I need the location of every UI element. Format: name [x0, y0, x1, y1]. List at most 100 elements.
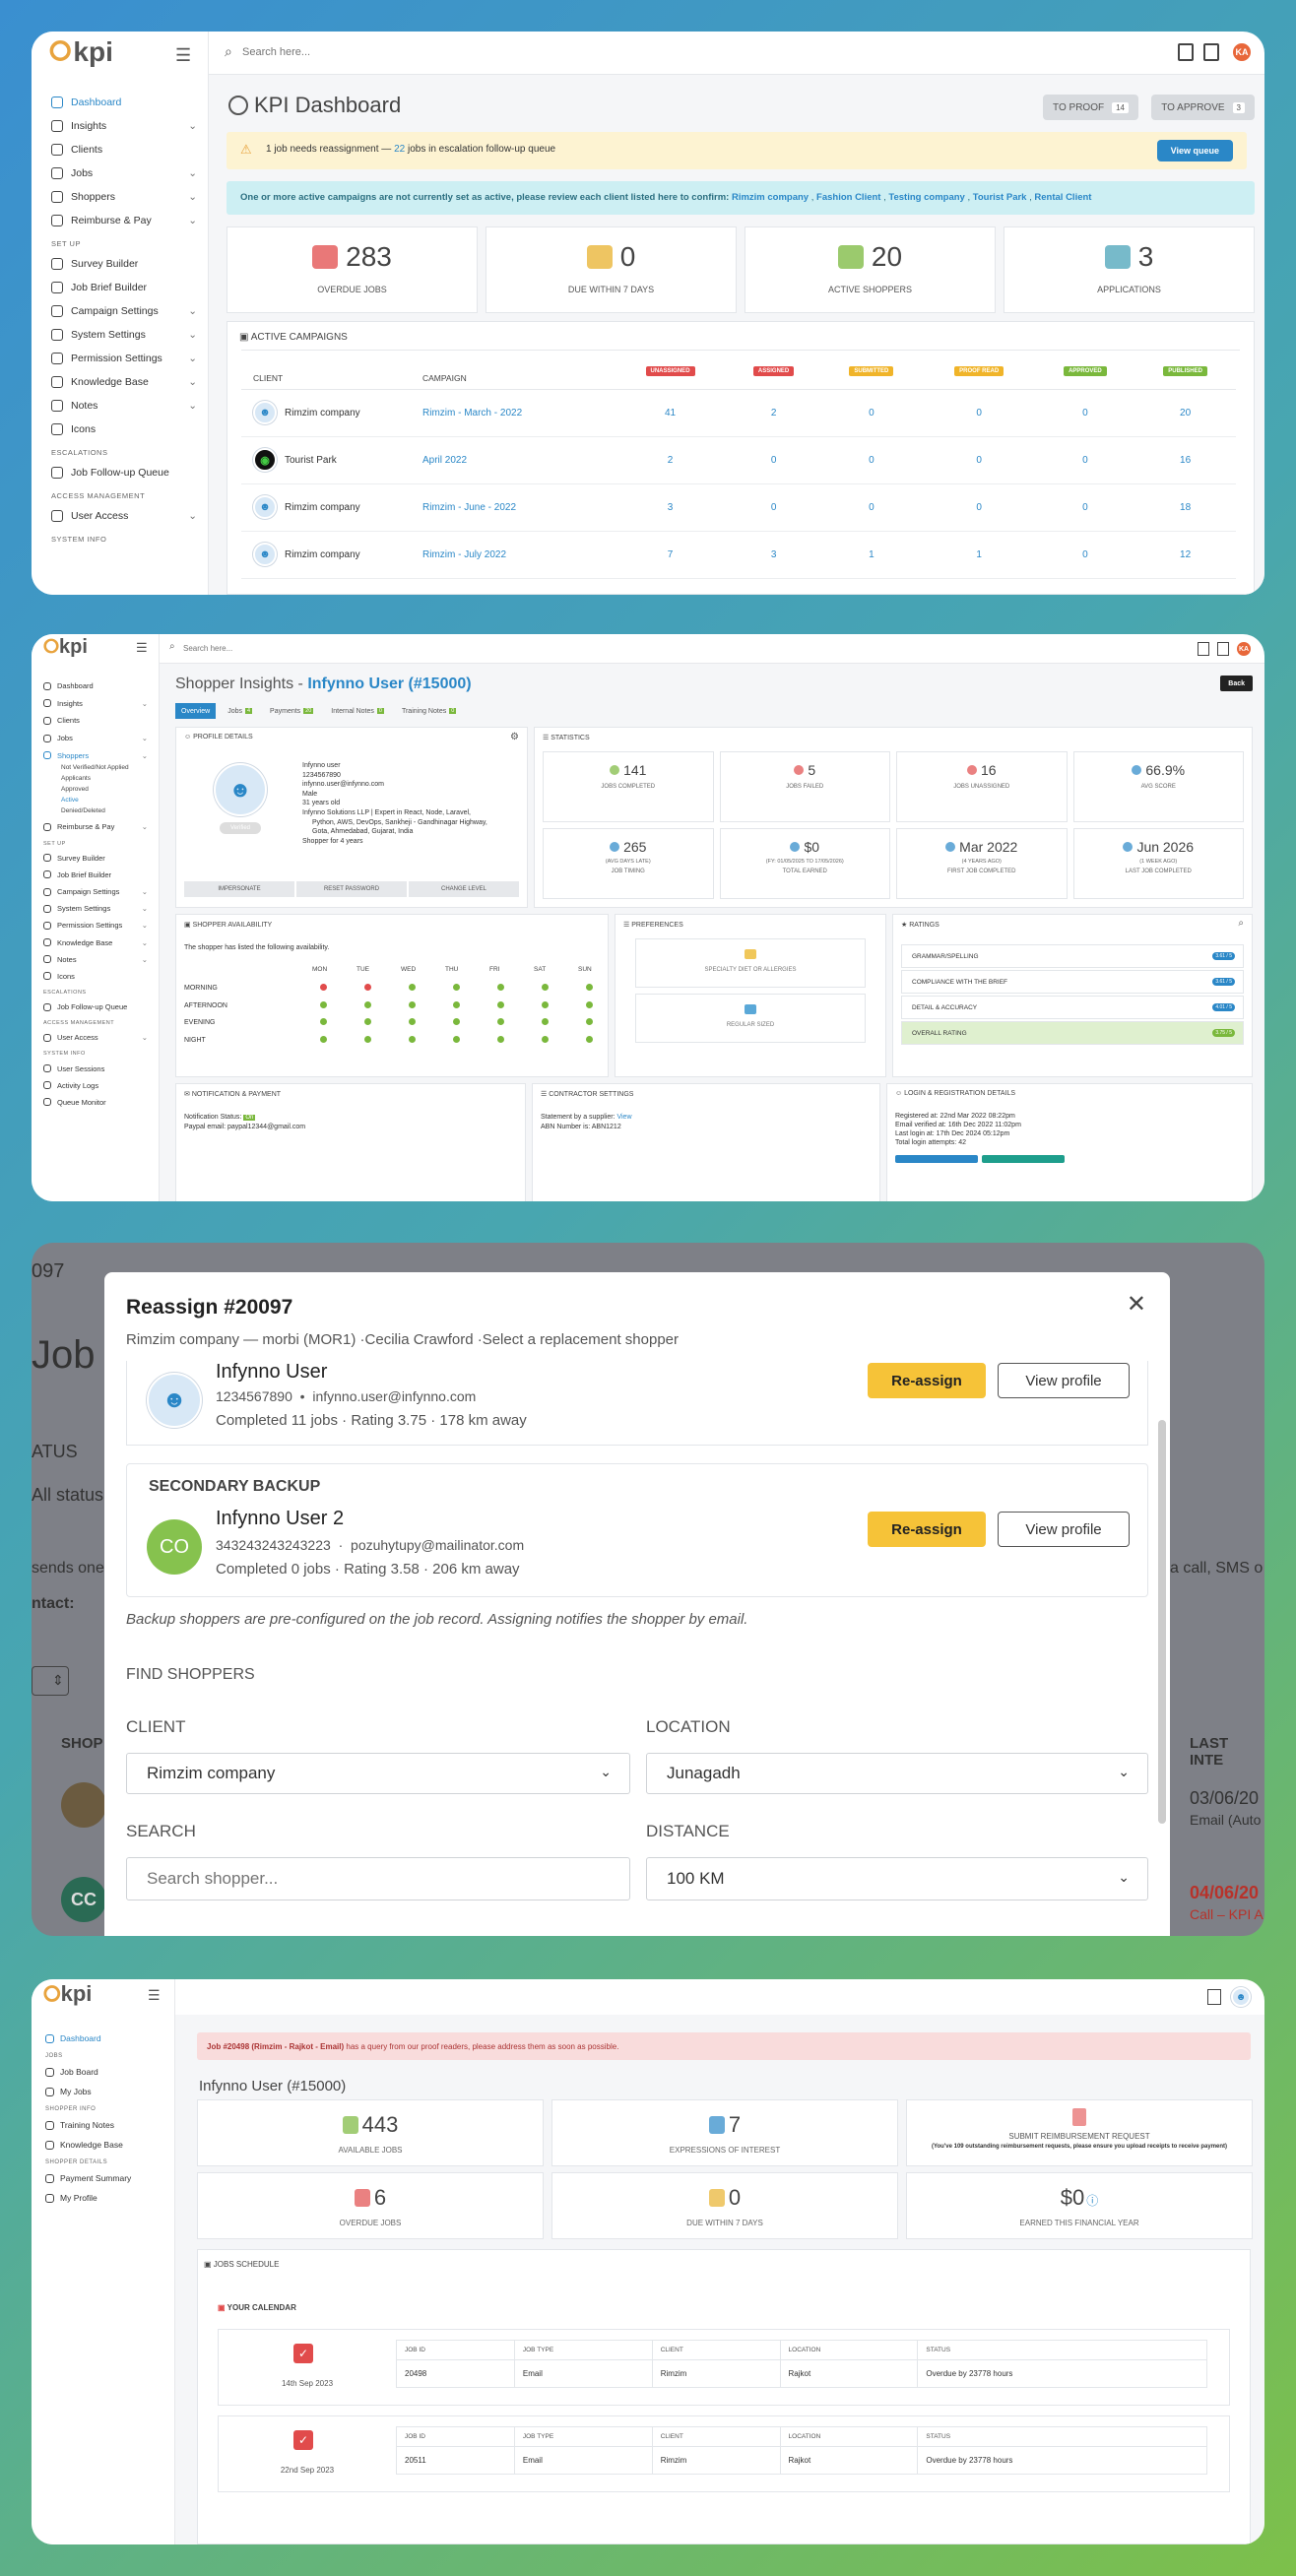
- stat-card-available-jobs[interactable]: 443 AVAILABLE JOBS: [197, 2099, 544, 2166]
- sidebar-item-campaign-settings[interactable]: Campaign Settings ⌄: [32, 883, 160, 900]
- document-icon[interactable]: [1203, 43, 1219, 61]
- user-avatar[interactable]: KA: [1235, 640, 1253, 658]
- count-cell[interactable]: 0: [923, 389, 1036, 436]
- sidebar-toggle-icon[interactable]: ☰: [136, 640, 148, 656]
- col-published[interactable]: PUBLISHED: [1134, 365, 1236, 389]
- sidebar-item-survey-builder[interactable]: Survey Builder: [32, 850, 160, 867]
- sidebar-subitem-active[interactable]: Active: [32, 797, 160, 807]
- sidebar-item-icons[interactable]: Icons: [32, 418, 209, 441]
- sidebar-item-campaign-settings[interactable]: Campaign Settings ⌄: [32, 299, 209, 323]
- queue-count-link[interactable]: 22: [394, 144, 405, 155]
- login-action-button-1[interactable]: [895, 1155, 978, 1163]
- location-select[interactable]: Junagadh ⌄: [646, 1753, 1148, 1794]
- sidebar-item-job-follow-up-queue[interactable]: Job Follow-up Queue: [32, 998, 160, 1015]
- stat-card-due-within-7-days[interactable]: 0 DUE WITHIN 7 DAYS: [486, 226, 737, 313]
- count-cell[interactable]: 12: [1134, 531, 1236, 578]
- sidebar-item-jobs[interactable]: Jobs ⌄: [32, 161, 209, 185]
- settings-icon[interactable]: ⚙: [510, 732, 519, 742]
- table-row[interactable]: ☻ Rimzim company Rimzim - March - 2022 41 2 0…: [241, 389, 1236, 436]
- count-cell[interactable]: 16: [1134, 436, 1236, 483]
- count-cell[interactable]: 0: [923, 436, 1036, 483]
- count-cell[interactable]: 0: [820, 389, 923, 436]
- count-cell[interactable]: 0: [923, 483, 1036, 531]
- search-input[interactable]: [183, 640, 380, 656]
- count-cell[interactable]: 0: [820, 483, 923, 531]
- sidebar-item-shoppers[interactable]: Shoppers ⌄: [32, 746, 160, 764]
- view-profile-button[interactable]: View profile: [998, 1363, 1130, 1398]
- sidebar-item-system-settings[interactable]: System Settings ⌄: [32, 323, 209, 347]
- count-cell[interactable]: 1: [923, 531, 1036, 578]
- view-profile-button[interactable]: View profile: [998, 1512, 1130, 1547]
- count-cell[interactable]: 2: [614, 436, 727, 483]
- sidebar-item-user-sessions[interactable]: User Sessions: [32, 1060, 160, 1076]
- login-action-button-2[interactable]: [982, 1155, 1065, 1163]
- sidebar-item-queue-monitor[interactable]: Queue Monitor: [32, 1094, 160, 1111]
- list-icon[interactable]: [1178, 43, 1194, 61]
- modal-scrollbar[interactable]: [1158, 1420, 1166, 1824]
- tab-training-notes[interactable]: Training Notes 0: [396, 703, 462, 719]
- sidebar-item-permission-settings[interactable]: Permission Settings ⌄: [32, 347, 209, 370]
- col-proof-read[interactable]: PROOF READ: [923, 365, 1036, 389]
- count-cell[interactable]: 20: [1134, 389, 1236, 436]
- sidebar-item-dashboard[interactable]: Dashboard: [32, 91, 209, 114]
- list-icon[interactable]: [1198, 642, 1209, 656]
- sidebar-item-knowledge-base[interactable]: Knowledge Base ⌄: [32, 370, 209, 394]
- client-link-rimzim-company[interactable]: Rimzim company: [732, 192, 809, 203]
- client-link-rental-client[interactable]: Rental Client: [1034, 192, 1091, 203]
- client-link-fashion-client[interactable]: Fashion Client: [816, 192, 880, 203]
- campaign-link[interactable]: Rimzim - June - 2022: [422, 483, 614, 531]
- impersonate-button[interactable]: IMPERSONATE: [184, 881, 294, 897]
- back-button[interactable]: Back: [1220, 676, 1253, 691]
- stat-card-active-shoppers[interactable]: 20 ACTIVE SHOPPERS: [745, 226, 996, 313]
- table-row[interactable]: 20511 Email Rimzim Rajkot Overdue by 23778 h…: [396, 2446, 1207, 2475]
- to-approve-button[interactable]: TO APPROVE 3: [1151, 95, 1255, 120]
- stat-card-applications[interactable]: 3 APPLICATIONS: [1004, 226, 1255, 313]
- stat-card-last-job-completed[interactable]: Jun 2026 (1 WEEK AGO) LAST JOB COMPLETED: [1072, 828, 1244, 899]
- count-cell[interactable]: 0: [820, 436, 923, 483]
- sidebar-item-system-settings[interactable]: System Settings ⌄: [32, 900, 160, 917]
- change-level-button[interactable]: CHANGE LEVEL: [409, 881, 519, 897]
- sidebar-item-clients[interactable]: Clients: [32, 138, 209, 161]
- to-proof-button[interactable]: TO PROOF 14: [1043, 95, 1138, 120]
- count-cell[interactable]: 0: [1036, 436, 1134, 483]
- reset-password-button[interactable]: RESET PASSWORD: [296, 881, 407, 897]
- user-avatar[interactable]: KA: [1231, 41, 1253, 63]
- sidebar-item-my-profile[interactable]: My Profile: [32, 2188, 175, 2208]
- sidebar-item-icons[interactable]: Icons: [32, 968, 160, 985]
- campaign-link[interactable]: Rimzim - March - 2022: [422, 389, 614, 436]
- sidebar-item-training-notes[interactable]: Training Notes: [32, 2115, 175, 2135]
- sidebar-item-knowledge-base[interactable]: Knowledge Base ⌄: [32, 934, 160, 951]
- stat-card-jobs-unassigned[interactable]: 16 JOBS UNASSIGNED: [896, 751, 1068, 822]
- client-select[interactable]: Rimzim company ⌄: [126, 1753, 630, 1794]
- sidebar-item-job-follow-up-queue[interactable]: Job Follow-up Queue: [32, 461, 209, 484]
- sidebar-item-insights[interactable]: Insights ⌄: [32, 695, 160, 713]
- close-icon[interactable]: ✕: [1127, 1290, 1146, 1319]
- stat-card-due-within-7-days[interactable]: 0 DUE WITHIN 7 DAYS: [551, 2172, 898, 2239]
- count-cell[interactable]: 0: [727, 436, 820, 483]
- sidebar-item-user-access[interactable]: User Access ⌄: [32, 1029, 160, 1046]
- sidebar-item-notes[interactable]: Notes ⌄: [32, 394, 209, 418]
- table-row[interactable]: 20498 Email Rimzim Rajkot Overdue by 23778 h…: [396, 2359, 1207, 2388]
- col-assigned[interactable]: ASSIGNED: [727, 365, 820, 389]
- stat-card-expressions-of-interest[interactable]: 7 EXPRESSIONS OF INTEREST: [551, 2099, 898, 2166]
- sidebar-item-dashboard[interactable]: Dashboard: [32, 2029, 175, 2048]
- distance-select[interactable]: 100 KM ⌄: [646, 1857, 1148, 1900]
- client-link-testing-company[interactable]: Testing company: [888, 192, 964, 203]
- sidebar-item-job-board[interactable]: Job Board: [32, 2062, 175, 2082]
- table-row[interactable]: ☻ Rimzim company Rimzim - July 2022 7 3 1 1 0 12: [241, 531, 1236, 578]
- tab-internal-notes[interactable]: Internal Notes 0: [325, 703, 390, 719]
- statement-view-link[interactable]: View: [616, 1114, 631, 1121]
- sidebar-item-clients[interactable]: Clients: [32, 712, 160, 730]
- calendar-entry[interactable]: ✓ 22nd Sep 2023 JOB ID JOB TYPE CLIENT LOCATI…: [218, 2415, 1230, 2492]
- sidebar-toggle-icon[interactable]: ☰: [175, 45, 191, 66]
- calendar-entry[interactable]: ✓ 14th Sep 2023 JOB ID JOB TYPE CLIENT LOCATI…: [218, 2329, 1230, 2406]
- reimbursement-card[interactable]: SUBMIT REIMBURSEMENT REQUEST (You've 109 …: [906, 2099, 1253, 2166]
- sidebar-subitem-denied-deleted[interactable]: Denied/Deleted: [32, 807, 160, 818]
- sidebar-item-reimburse-pay[interactable]: Reimburse & Pay ⌄: [32, 818, 160, 836]
- sidebar-item-notes[interactable]: Notes ⌄: [32, 951, 160, 968]
- tab-payments[interactable]: Payments 20: [264, 703, 319, 719]
- count-cell[interactable]: 0: [1036, 483, 1134, 531]
- search-icon[interactable]: ⌕: [1238, 918, 1244, 929]
- sidebar-item-activity-logs[interactable]: Activity Logs: [32, 1077, 160, 1094]
- stat-card-job-timing[interactable]: 265 (AVG DAYS LATE) JOB TIMING: [543, 828, 714, 899]
